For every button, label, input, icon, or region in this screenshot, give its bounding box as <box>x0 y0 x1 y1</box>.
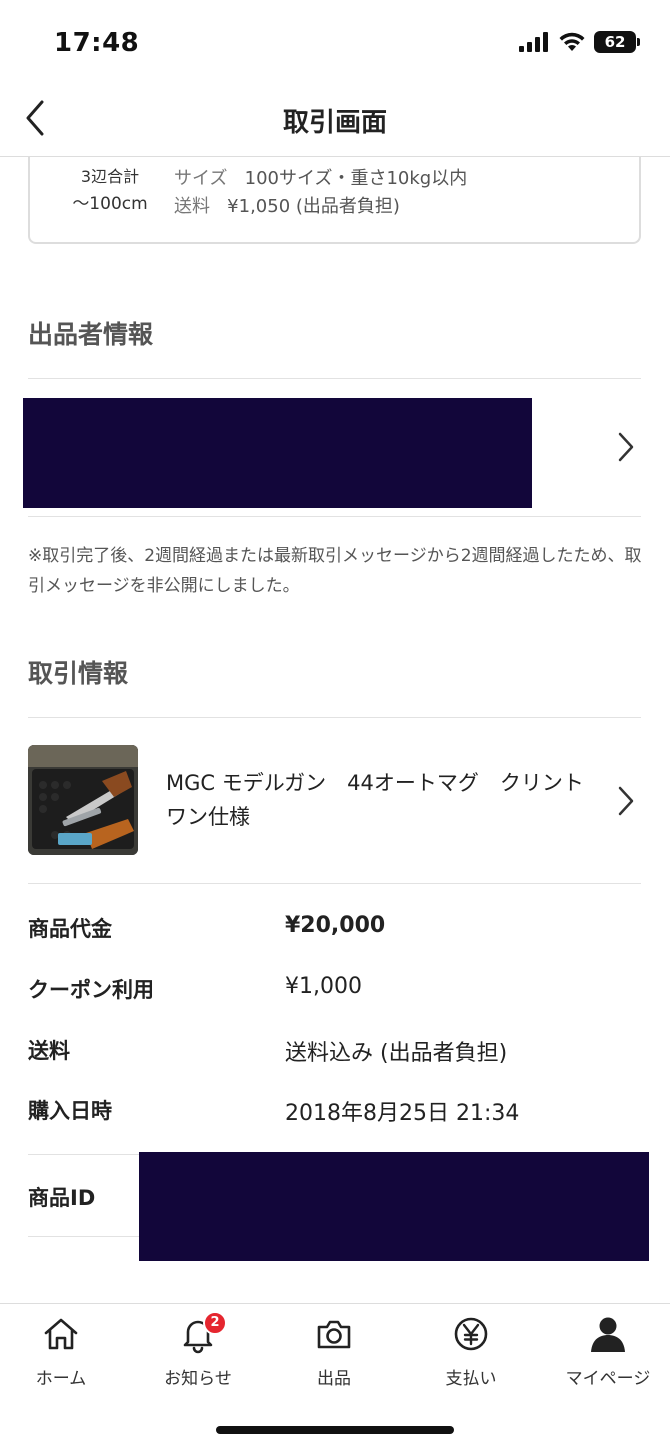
item-photo <box>28 745 138 855</box>
purchase-date-label: 購入日時 <box>28 1099 112 1123</box>
tab-home[interactable]: ホーム <box>6 1314 116 1389</box>
shipping-fee-line: 送料 ¥1,050 (出品者負担) <box>174 192 400 218</box>
tab-payment-label: 支払い <box>445 1369 497 1389</box>
shipping-size-label: 3辺合計 <box>80 167 140 186</box>
shipping-fee-value: ¥1,050 (出品者負担) <box>227 196 400 217</box>
wifi-icon <box>559 32 585 51</box>
shipping-fee-value-row: 送料込み (出品者負担) <box>285 1041 508 1066</box>
redacted-seller-info <box>23 398 532 508</box>
coupon-label: クーポン利用 <box>28 978 154 1002</box>
purchase-date-row: 購入日時 2018年8月25日 21:34 <box>28 1095 642 1135</box>
shipping-size-key: サイズ <box>174 168 228 189</box>
home-indicator <box>216 1426 454 1434</box>
battery-indicator: 62 <box>594 31 636 53</box>
person-icon <box>591 1317 625 1352</box>
seller-chevron-icon <box>618 432 634 462</box>
tab-notifications[interactable]: 2 お知らせ <box>143 1311 253 1389</box>
divider <box>28 883 641 884</box>
shipping-size-value: 100サイズ・重さ10kg以内 <box>244 168 468 189</box>
seller-heading: 出品者情報 <box>28 320 154 349</box>
item-row[interactable]: MGC モデルガン 44オートマグ クリントワン仕様 <box>0 718 670 883</box>
tab-notifications-label: お知らせ <box>164 1369 232 1389</box>
item-chevron-icon <box>618 786 634 816</box>
redacted-item-id <box>139 1152 649 1261</box>
battery-nub <box>637 38 640 46</box>
page-title: 取引画面 <box>282 108 387 138</box>
shipping-size-range: 〜100cm <box>72 194 148 214</box>
shipping-fee-key: 送料 <box>174 196 210 217</box>
item-name: MGC モデルガン 44オートマグ クリントワン仕様 <box>166 771 584 829</box>
tab-payment[interactable]: 支払い <box>416 1314 526 1389</box>
coupon-value: ¥1,000 <box>285 974 362 999</box>
notification-badge: 2 <box>203 1311 227 1335</box>
signal-icon <box>519 32 549 52</box>
camera-icon <box>317 1320 351 1349</box>
message-notice: ※取引完了後、2週間経過または最新取引メッセージから2週間経過したため、取引メッ… <box>28 546 642 596</box>
status-bar: 17:48 62 <box>0 0 670 84</box>
seller-row[interactable] <box>0 379 670 516</box>
tab-sell[interactable]: 出品 <box>279 1314 389 1389</box>
item-thumbnail <box>28 745 138 855</box>
yen-circle-icon <box>454 1317 488 1351</box>
purchase-date-value: 2018年8月25日 21:34 <box>285 1101 520 1126</box>
divider <box>28 516 641 517</box>
tab-home-label: ホーム <box>35 1369 87 1389</box>
price-row: 商品代金 ¥20,000 <box>28 913 642 953</box>
price-label: 商品代金 <box>28 917 112 941</box>
shipping-size-line: サイズ 100サイズ・重さ10kg以内 <box>174 164 467 190</box>
tab-mypage[interactable]: マイページ <box>553 1314 663 1389</box>
status-time: 17:48 <box>54 28 140 58</box>
nav-bar: 取引画面 <box>0 84 670 157</box>
coupon-row: クーポン利用 ¥1,000 <box>28 974 642 1014</box>
tab-sell-label: 出品 <box>317 1369 351 1389</box>
item-id-label: 商品ID <box>28 1186 96 1210</box>
transaction-heading: 取引情報 <box>28 659 129 688</box>
shipping-fee-label: 送料 <box>28 1039 70 1063</box>
tab-mypage-label: マイページ <box>565 1369 651 1389</box>
price-value: ¥20,000 <box>285 913 386 938</box>
shipping-fee-row: 送料 送料込み (出品者負担) <box>28 1035 642 1075</box>
home-icon <box>44 1318 78 1350</box>
